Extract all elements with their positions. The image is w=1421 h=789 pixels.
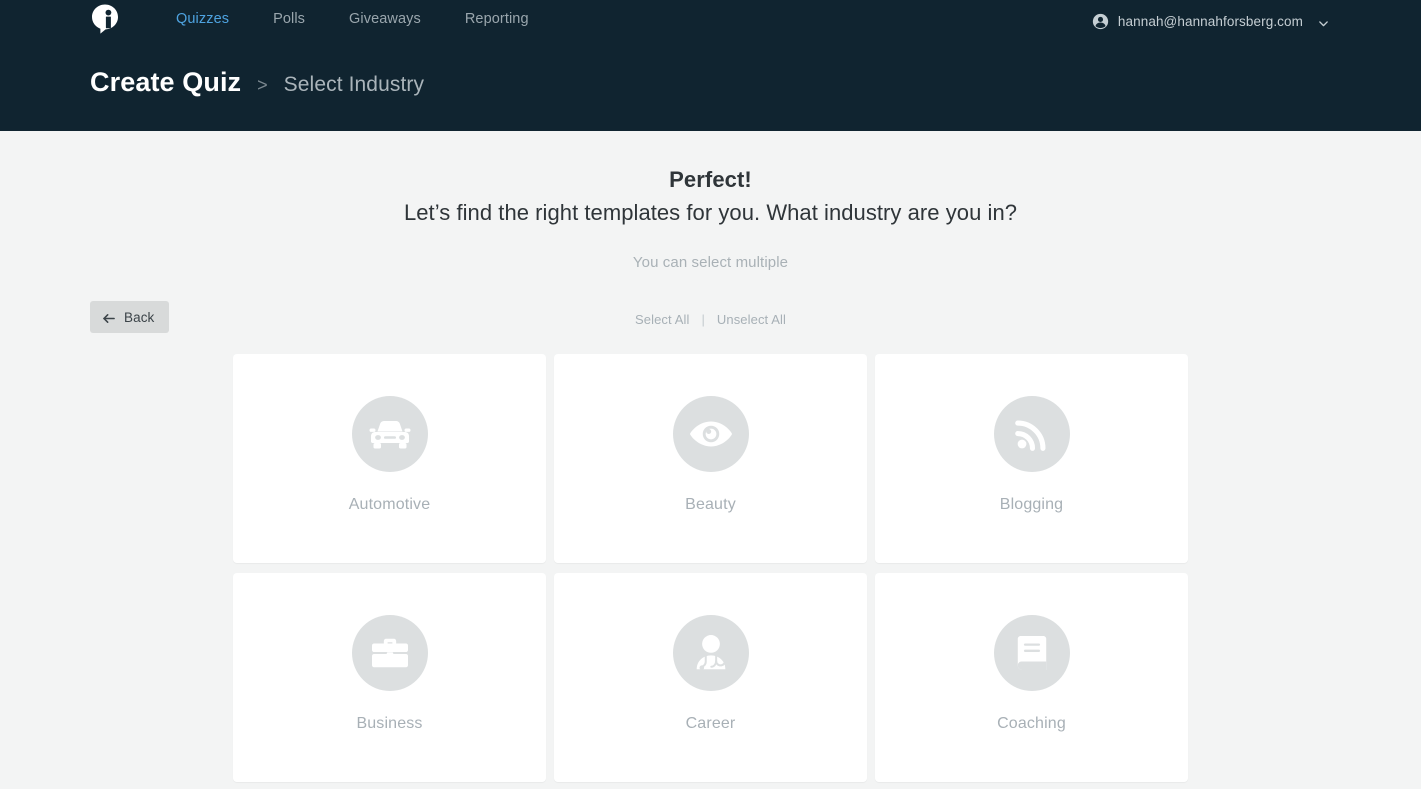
user-account-menu[interactable]: hannah@hannahforsberg.com (1092, 13, 1329, 30)
industry-card-blogging[interactable]: Blogging (875, 353, 1188, 563)
select-all-link[interactable]: Select All (635, 312, 689, 327)
industry-card-label: Career (685, 714, 736, 732)
breadcrumb-current: Select Industry (283, 73, 425, 96)
industry-card-business[interactable]: Business (233, 572, 546, 782)
intro-block: Perfect! Let’s find the right templates … (0, 165, 1421, 271)
industry-card-career[interactable]: Career (554, 572, 867, 782)
rss-feed-icon (993, 395, 1070, 472)
interact-logo-icon[interactable] (90, 3, 120, 35)
page-subtitle: Let’s find the right templates for you. … (403, 199, 1018, 225)
unselect-all-link[interactable]: Unselect All (717, 312, 786, 327)
app-header: Quizzes Polls Giveaways Reporting hannah… (0, 0, 1421, 131)
eye-icon (672, 395, 749, 472)
select-actions: Select All | Unselect All (0, 312, 1421, 327)
book-icon (993, 614, 1070, 691)
doctor-stethoscope-icon (672, 614, 749, 691)
primary-nav: Quizzes Polls Giveaways Reporting (148, 11, 551, 27)
top-nav-bar: Quizzes Polls Giveaways Reporting hannah… (0, 0, 1421, 38)
car-icon (351, 395, 428, 472)
breadcrumb-separator: > (257, 75, 268, 95)
industry-card-label: Blogging (999, 495, 1064, 513)
user-email-label: hannah@hannahforsberg.com (1117, 13, 1303, 29)
breadcrumb-root[interactable]: Create Quiz (90, 67, 241, 98)
nav-item-giveaways[interactable]: Giveaways (327, 11, 443, 27)
back-button[interactable]: Back (90, 301, 170, 333)
industry-card-grid: Automotive Beauty Blogging Business Care… (233, 353, 1188, 782)
industry-card-label: Coaching (997, 714, 1066, 732)
briefcase-icon (351, 614, 428, 691)
page-title: Perfect! (669, 167, 752, 192)
chevron-down-icon (1318, 16, 1329, 27)
nav-item-quizzes[interactable]: Quizzes (148, 11, 251, 27)
account-circle-icon (1092, 13, 1109, 30)
nav-item-reporting[interactable]: Reporting (443, 11, 551, 27)
arrow-left-icon (103, 312, 116, 323)
industry-card-beauty[interactable]: Beauty (554, 353, 867, 563)
select-actions-divider: | (701, 311, 705, 327)
breadcrumb: Create Quiz > Select Industry (0, 67, 1421, 98)
main-content: Back Perfect! Let’s find the right templ… (0, 131, 1421, 782)
industry-card-label: Automotive (348, 495, 431, 513)
industry-card-coaching[interactable]: Coaching (875, 572, 1188, 782)
selection-hint: You can select multiple (632, 253, 789, 271)
back-button-label: Back (124, 309, 155, 325)
industry-card-label: Beauty (685, 495, 736, 513)
nav-item-polls[interactable]: Polls (251, 11, 327, 27)
industry-card-label: Business (356, 714, 423, 732)
industry-card-automotive[interactable]: Automotive (233, 353, 546, 563)
